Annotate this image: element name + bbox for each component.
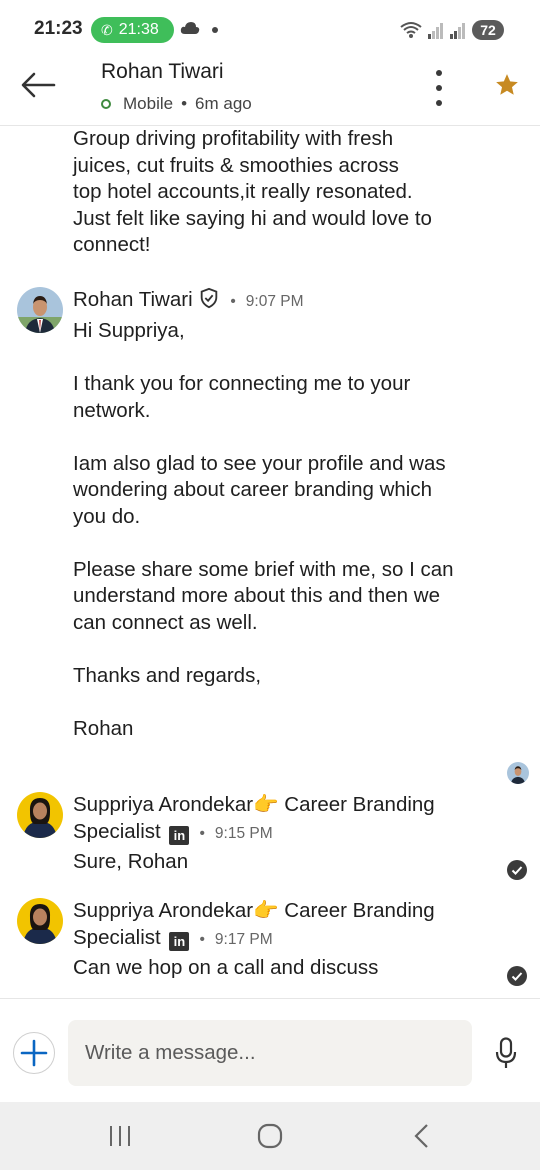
sender-title-line-2: Specialist [73, 925, 161, 949]
more-options-icon[interactable] [430, 70, 448, 106]
signal-icon-2 [450, 23, 465, 39]
battery-indicator: 72 [472, 20, 504, 40]
avatar-suppriya[interactable] [17, 792, 63, 838]
verified-shield-icon [201, 287, 218, 309]
signal-icon-1 [428, 23, 443, 39]
message-time: 9:07 PM [245, 293, 304, 310]
phone-icon: ✆ [101, 21, 113, 38]
conversation-header: Rohan Tiwari Mobile • 6m ago [0, 48, 540, 126]
sender-name[interactable]: Suppriya Arondekar [73, 793, 253, 816]
message-header-suppriya: Suppriya Arondekar👉 Career Branding Spec… [73, 898, 483, 953]
separator-dot: • [195, 824, 210, 842]
linkedin-icon: in [169, 825, 190, 845]
microphone-icon[interactable] [494, 1037, 518, 1069]
message-time: 9:15 PM [214, 824, 273, 842]
sender-name[interactable]: Suppriya Arondekar [73, 899, 253, 922]
message-text: Sure, Rohan [73, 850, 189, 873]
delivered-check-icon [507, 860, 527, 880]
message-text: Hi Suppriya, I thank you for connecting … [73, 319, 454, 740]
call-time: 21:38 [118, 21, 159, 38]
last-seen: 6m ago [195, 94, 252, 113]
message-time: 9:17 PM [214, 930, 273, 948]
sender-title-line-1: Career Branding [278, 793, 435, 816]
back-arrow-icon[interactable] [20, 70, 56, 100]
contact-name[interactable]: Rohan Tiwari [101, 60, 224, 84]
avatar-suppriya[interactable] [17, 898, 63, 944]
avatar-rohan[interactable] [17, 287, 63, 333]
separator-dot: • [181, 94, 188, 113]
separator-dot: • [195, 930, 210, 948]
pointing-hand-emoji: 👉 [253, 899, 279, 922]
ongoing-call-pill[interactable]: ✆ 21:38 [91, 17, 174, 43]
read-receipt-avatar [507, 762, 529, 784]
back-nav-icon[interactable] [406, 1120, 438, 1152]
sender-name[interactable]: Rohan Tiwari [73, 288, 193, 311]
system-icons: 72 [400, 20, 504, 40]
message-input[interactable] [68, 1020, 472, 1086]
add-attachment-button[interactable] [13, 1032, 55, 1074]
presence-label: Mobile [123, 94, 174, 113]
sender-title-line-2: Specialist [73, 819, 161, 843]
message-header-rohan: Rohan Tiwari • 9:07 PM [73, 287, 483, 316]
message-composer [0, 998, 540, 1102]
message-text: Can we hop on a call and discuss [73, 956, 379, 979]
separator-dot: • [226, 293, 241, 310]
wifi-icon [400, 22, 422, 38]
delivered-check-icon [507, 966, 527, 986]
pointing-hand-emoji: 👉 [253, 793, 279, 816]
previous-message-text: Group driving profitability with fresh j… [73, 127, 432, 256]
message-header-suppriya: Suppriya Arondekar👉 Career Branding Spec… [73, 792, 483, 847]
online-status-icon [101, 99, 111, 109]
plus-icon [20, 1039, 47, 1066]
cloud-icon [180, 22, 200, 34]
notification-dot-icon [212, 27, 218, 33]
presence-status: Mobile • 6m ago [101, 94, 252, 114]
recent-apps-icon[interactable] [104, 1120, 136, 1152]
linkedin-icon: in [169, 931, 190, 951]
sender-title-line-1: Career Branding [278, 899, 435, 922]
star-icon[interactable] [494, 72, 520, 98]
home-icon[interactable] [254, 1120, 286, 1152]
system-navigation-bar [0, 1102, 540, 1170]
status-time: 21:23 [34, 18, 83, 39]
